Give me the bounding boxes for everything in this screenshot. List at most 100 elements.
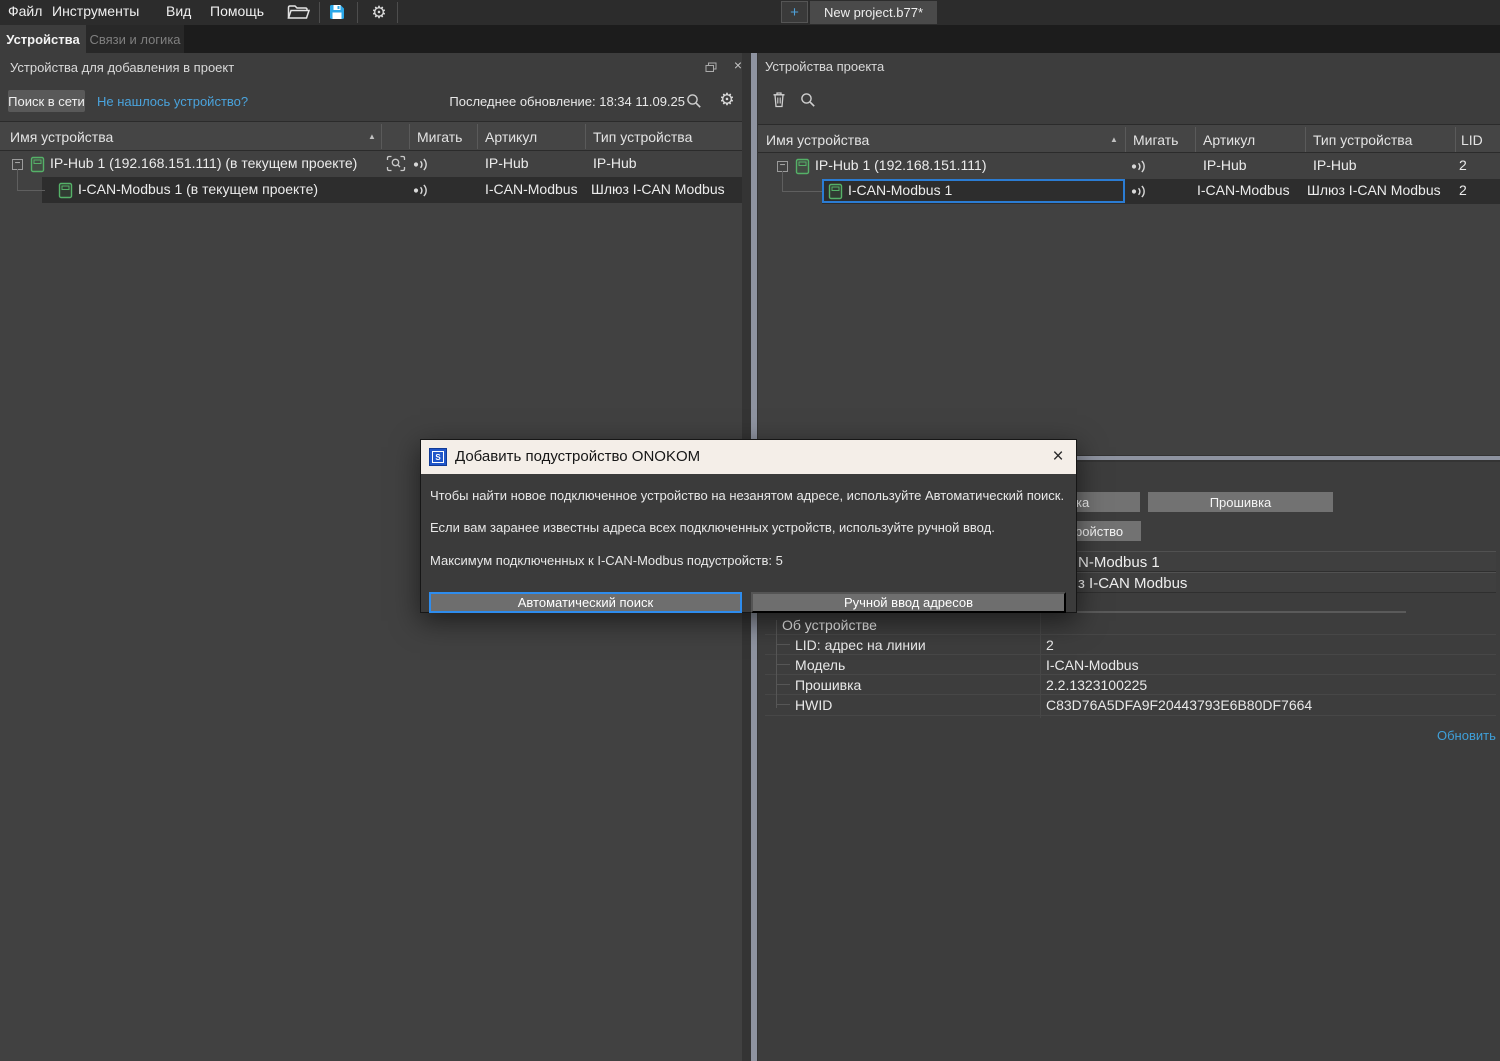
col-name[interactable]: Имя устройства [10, 129, 113, 145]
device-article: I-CAN-Modbus [485, 181, 578, 197]
auto-search-button[interactable]: Автоматический поиск [429, 592, 742, 613]
menu-bar: Файл Инструменты Вид Помощь ⚙ + New proj… [0, 0, 1500, 25]
tab-devices[interactable]: Устройства [0, 25, 86, 53]
prop-value: 2.2.1323100225 [1046, 677, 1147, 693]
prop-label: Модель [795, 657, 845, 673]
grid-row-line [765, 715, 1496, 716]
panel-settings-gear-icon[interactable]: ⚙ [716, 89, 738, 111]
tree-line [782, 191, 822, 192]
about-device-header[interactable]: Об устройстве [782, 617, 877, 633]
col-blink[interactable]: Мигать [1133, 132, 1178, 148]
device-name: IP-Hub 1 (192.168.151.111) (в текущем пр… [50, 155, 357, 171]
col-article[interactable]: Артикул [485, 129, 537, 145]
column-separator[interactable] [1305, 127, 1306, 152]
search-network-button[interactable]: Поиск в сети [8, 90, 85, 112]
open-folder-icon[interactable] [286, 3, 311, 22]
grid-row-line [765, 634, 1496, 635]
table-row[interactable]: − IP-Hub 1 (192.168.151.111) IP-Hub [758, 153, 1500, 179]
new-project-tab-button[interactable]: + [781, 1, 808, 23]
column-separator[interactable] [409, 124, 410, 149]
menu-view[interactable]: Вид [166, 3, 191, 19]
scan-device-icon[interactable] [386, 155, 406, 172]
search-icon[interactable] [800, 92, 816, 108]
col-type[interactable]: Тип устройства [1313, 132, 1412, 148]
column-separator[interactable] [381, 124, 382, 149]
tree-line [776, 704, 790, 705]
col-blink[interactable]: Мигать [417, 129, 462, 145]
device-lid: 2 [1459, 157, 1467, 173]
column-separator[interactable] [1195, 127, 1196, 152]
firmware-button[interactable]: Прошивка [1148, 492, 1333, 512]
device-not-found-link[interactable]: Не нашлось устройство? [97, 94, 248, 109]
panel-title: Устройства для добавления в проект [10, 60, 234, 75]
device-article: IP-Hub [485, 155, 529, 171]
col-article[interactable]: Артикул [1203, 132, 1255, 148]
dialog-text-line: Если вам заранее известны адреса всех по… [430, 520, 995, 535]
tree-line [776, 644, 790, 645]
device-name: IP-Hub 1 (192.168.151.111) [815, 157, 987, 173]
col-name[interactable]: Имя устройства [766, 132, 869, 148]
blink-icon[interactable] [1131, 185, 1148, 198]
add-subdevice-dialog: S Добавить подустройство ONOKOM × Чтобы … [420, 439, 1077, 613]
device-icon [828, 183, 843, 200]
grid-column-divider [1040, 613, 1041, 718]
device-icon [30, 156, 45, 173]
project-devices-table: Имя устройства ▲ Мигать Артикул Тип устр… [758, 124, 1500, 455]
device-article: IP-Hub [1203, 157, 1247, 173]
device-name-partial: N-Modbus 1 [1078, 554, 1160, 571]
blink-icon[interactable] [1131, 160, 1148, 173]
table-header: Имя устройства ▲ Мигать Артикул Тип устр… [758, 124, 1500, 153]
column-separator[interactable] [1455, 127, 1456, 152]
sort-asc-icon: ▲ [1110, 135, 1118, 144]
dialog-text-line: Максимум подключенных к I-CAN-Modbus под… [430, 553, 783, 568]
save-icon[interactable] [328, 3, 346, 21]
col-type[interactable]: Тип устройства [593, 129, 692, 145]
menu-file[interactable]: Файл [8, 3, 42, 19]
onokom-logo-icon: S [429, 448, 447, 466]
col-lid[interactable]: LID [1461, 132, 1483, 148]
panel-title: Устройства проекта [765, 59, 884, 74]
menu-help[interactable]: Помощь [210, 3, 264, 19]
prop-label: Прошивка [795, 677, 861, 693]
device-lid: 2 [1459, 182, 1467, 198]
device-icon [795, 158, 810, 175]
device-type: IP-Hub [1313, 157, 1357, 173]
column-separator[interactable] [1125, 127, 1126, 152]
device-type: IP-Hub [593, 155, 637, 171]
main-tab-strip: Устройства Связи и логика [0, 25, 1500, 53]
table-header: Имя устройства ▲ Мигать Артикул Тип устр… [0, 121, 742, 151]
tree-line [776, 664, 790, 665]
table-row-selected[interactable]: I-CAN-Modbus 1 I-CAN-Modbus Шлюз I-CAN M… [758, 179, 1500, 204]
tree-line [17, 190, 45, 191]
menu-tools[interactable]: Инструменты [52, 3, 139, 19]
search-icon[interactable] [686, 93, 702, 109]
app-window: Файл Инструменты Вид Помощь ⚙ + New proj… [0, 0, 1500, 1061]
dialog-title: Добавить подустройство ONOKOM [455, 448, 700, 465]
settings-gear-icon[interactable]: ⚙ [367, 0, 391, 25]
float-panel-icon[interactable] [705, 62, 717, 73]
blink-icon[interactable] [413, 158, 430, 171]
blink-icon[interactable] [413, 184, 430, 197]
column-separator[interactable] [477, 124, 478, 149]
device-type-partial: з I-CAN Modbus [1078, 575, 1187, 592]
prop-value: 2 [1046, 637, 1054, 653]
refresh-link[interactable]: Обновить [1437, 728, 1496, 743]
column-separator[interactable] [585, 124, 586, 149]
menu-separator [357, 2, 358, 23]
project-tab[interactable]: New project.b77* [810, 1, 937, 24]
device-name: I-CAN-Modbus 1 (в текущем проекте) [78, 181, 318, 197]
prop-value: I-CAN-Modbus [1046, 657, 1139, 673]
table-row[interactable]: − IP-Hub 1 (192.168.151.111) (в текущем … [0, 151, 742, 177]
dialog-close-icon[interactable]: × [1045, 444, 1071, 470]
device-icon [58, 182, 73, 199]
menu-separator [397, 2, 398, 23]
dialog-titlebar: S Добавить подустройство ONOKOM × [421, 440, 1076, 474]
project-devices-panel: Устройства проекта Имя устройства ▲ Мига… [758, 53, 1500, 455]
table-row[interactable]: I-CAN-Modbus 1 (в текущем проекте) I-CAN… [0, 177, 742, 203]
prop-label: HWID [795, 697, 832, 713]
menu-separator [319, 2, 320, 23]
manual-input-button[interactable]: Ручной ввод адресов [751, 592, 1066, 613]
tab-links-logic[interactable]: Связи и логика [86, 25, 184, 53]
trash-icon[interactable] [771, 91, 787, 108]
device-name: I-CAN-Modbus 1 [848, 182, 952, 198]
